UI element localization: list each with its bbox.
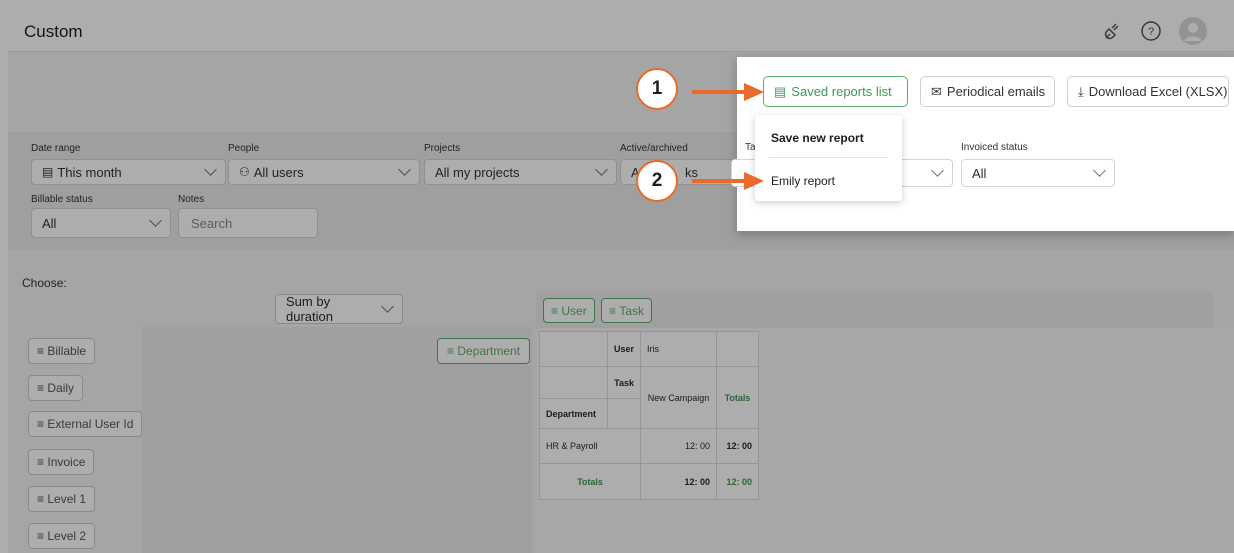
chevron-down-icon — [931, 164, 944, 177]
periodical-emails-button[interactable]: ✉ Periodical emails — [920, 76, 1055, 107]
mail-icon: ✉ — [931, 83, 942, 99]
arrow-to-emily-report — [692, 172, 764, 190]
step-1-badge: 1 — [636, 68, 678, 110]
download-icon: ⤓ — [1078, 83, 1084, 99]
saved-reports-list-button[interactable]: ▤ Saved reports list — [763, 76, 908, 107]
saved-report-item[interactable]: Emily report — [771, 174, 835, 188]
saved-reports-dropdown: Save new report Emily report — [755, 115, 902, 201]
save-new-report-item[interactable]: Save new report — [771, 131, 864, 145]
saved-reports-label: Saved reports list — [791, 84, 892, 99]
chevron-down-icon — [1093, 164, 1106, 177]
menu-divider — [769, 157, 888, 158]
invoiced-status-select[interactable]: All — [961, 159, 1115, 187]
download-excel-button[interactable]: ⤓ Download Excel (XLSX) — [1067, 76, 1229, 107]
list-icon: ▤ — [774, 83, 787, 99]
download-excel-label: Download Excel (XLSX) — [1088, 84, 1228, 99]
invoiced-status-value: All — [972, 165, 987, 181]
tags-label-partial: Ta — [745, 142, 756, 153]
periodical-emails-label: Periodical emails — [946, 84, 1046, 99]
invoiced-status-label: Invoiced status — [961, 142, 1028, 153]
arrow-to-saved-reports — [692, 83, 764, 101]
step-2-badge: 2 — [636, 160, 678, 202]
